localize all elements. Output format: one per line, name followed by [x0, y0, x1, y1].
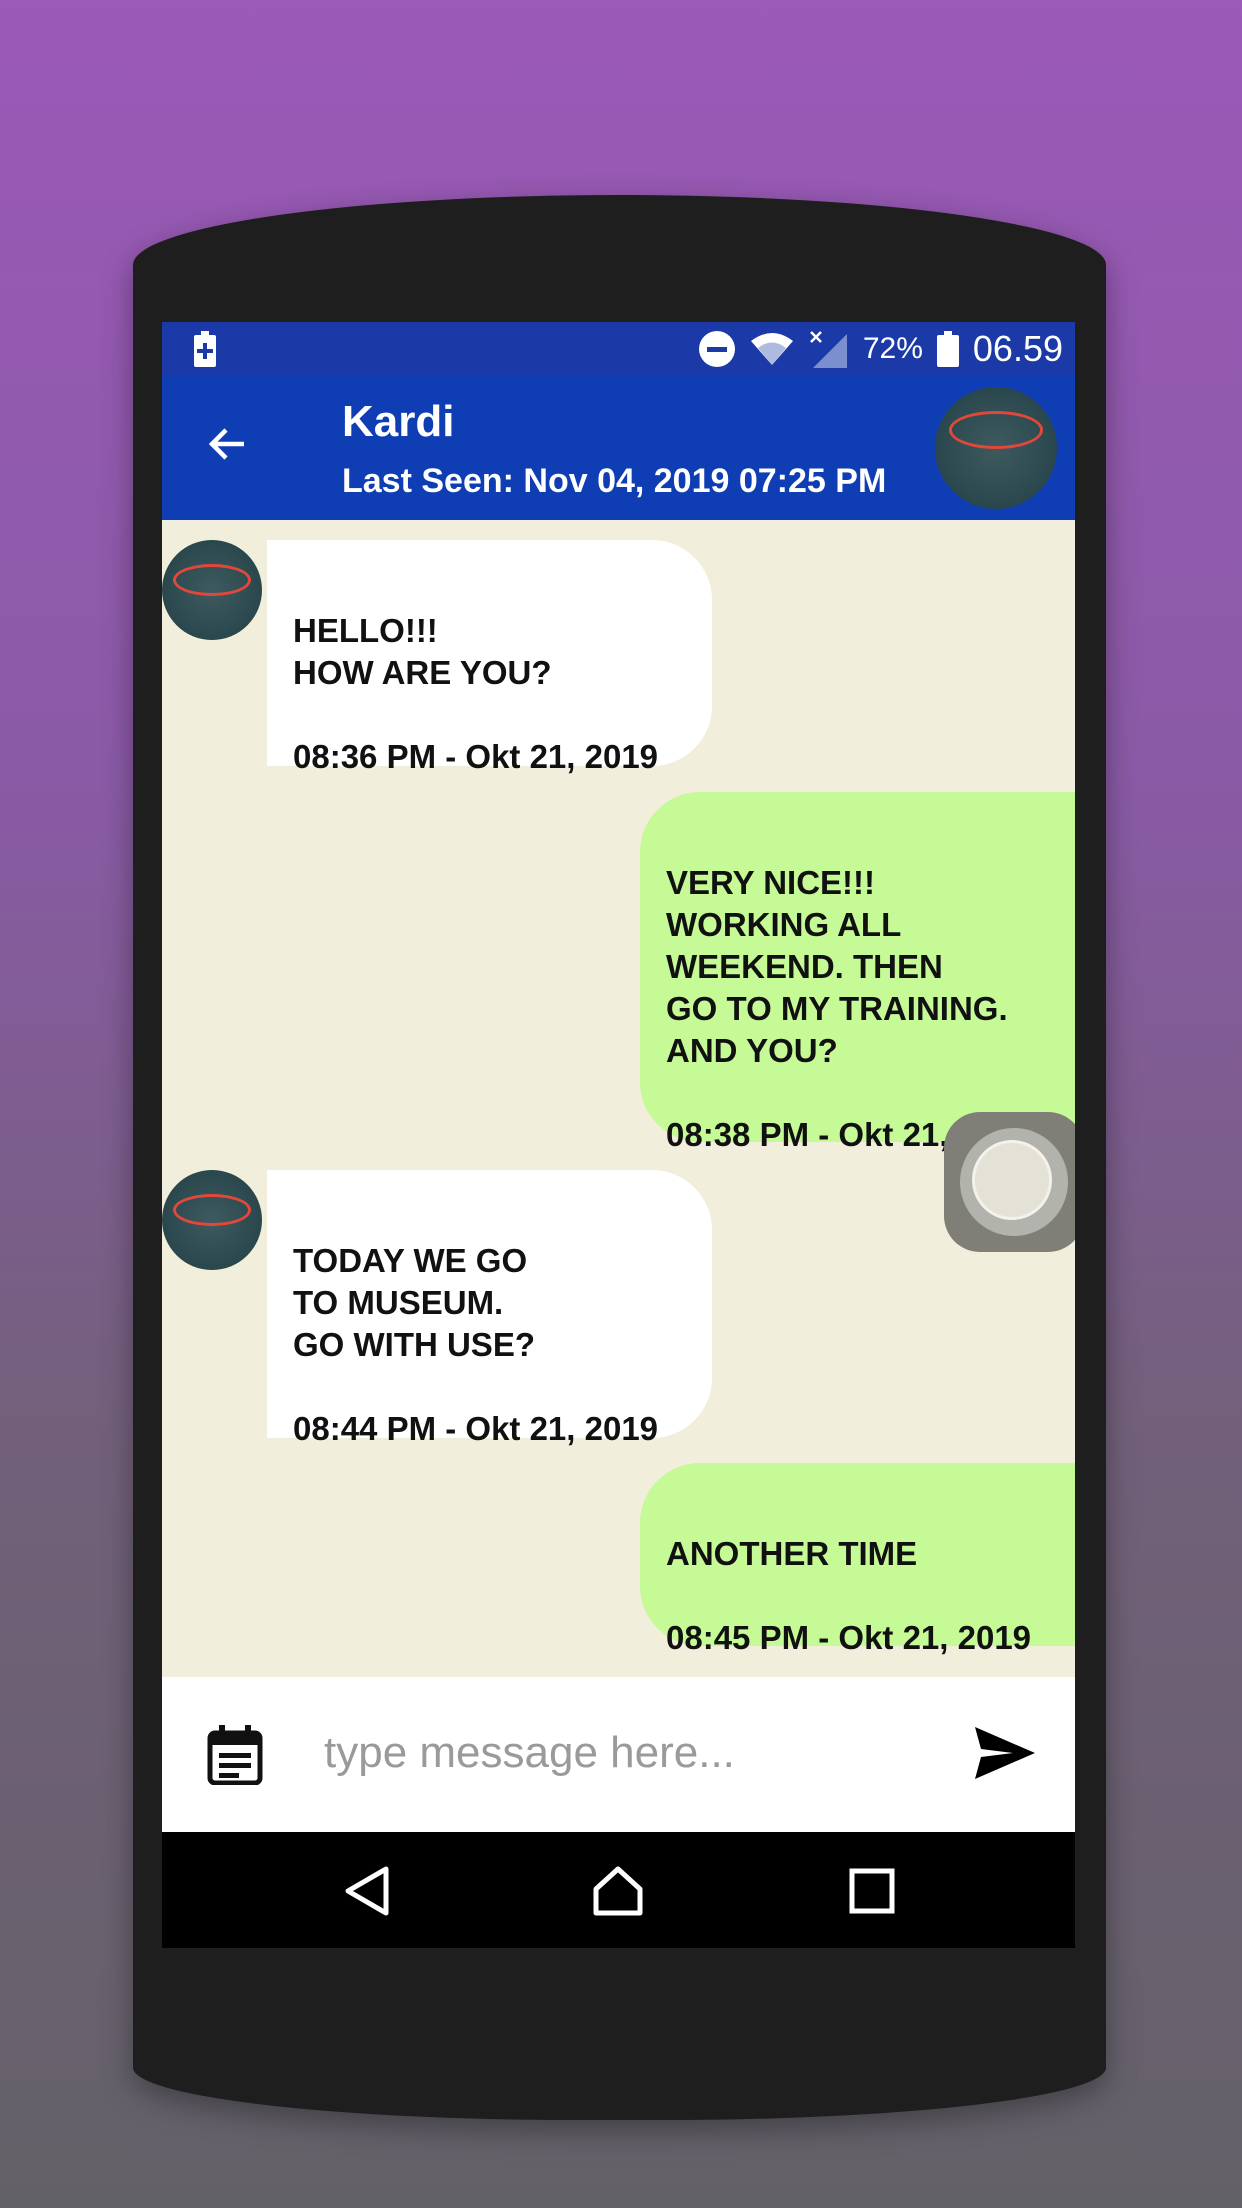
sender-avatar — [162, 540, 262, 640]
floating-assistive-button[interactable] — [944, 1112, 1075, 1252]
send-icon[interactable] — [975, 1727, 1035, 1779]
calendar-icon[interactable] — [207, 1725, 263, 1785]
status-bar: 72% 06.59 — [162, 322, 1075, 375]
status-icons: 72% 06.59 — [698, 322, 1063, 375]
wifi-icon — [750, 332, 793, 365]
message-composer — [162, 1677, 1075, 1832]
message-text: ANOTHER TIME — [666, 1535, 918, 1572]
nav-recents-icon[interactable] — [846, 1865, 898, 1917]
battery-percentage: 72% — [862, 331, 923, 365]
battery-charging-icon — [194, 331, 216, 367]
avatar-ring — [949, 411, 1043, 449]
message-text: HELLO!!! HOW ARE YOU? — [293, 612, 552, 691]
message-bubble-outgoing[interactable]: ANOTHER TIME 08:45 PM - Okt 21, 2019 — [640, 1463, 1075, 1656]
nav-back-icon[interactable] — [342, 1865, 394, 1917]
contact-name: Kardi — [342, 397, 455, 446]
phone-screen: 72% 06.59 Kardi Last Seen: Nov 04, 2019 … — [162, 322, 1075, 1948]
avatar-image-text — [935, 393, 1057, 407]
message-text: TODAY WE GO TO MUSEUM. GO WITH USE? — [293, 1242, 535, 1363]
message-time: 08:44 PM - Okt 21, 2019 — [293, 1410, 659, 1447]
nav-home-icon[interactable] — [592, 1865, 644, 1917]
chat-header: Kardi Last Seen: Nov 04, 2019 07:25 PM — [162, 375, 1075, 520]
message-time: 08:36 PM - Okt 21, 2019 — [293, 738, 659, 775]
signal-icon — [809, 330, 847, 368]
do-not-disturb-icon — [698, 330, 735, 367]
message-input[interactable] — [322, 1717, 916, 1789]
last-seen: Last Seen: Nov 04, 2019 07:25 PM — [342, 462, 887, 500]
message-bubble-incoming[interactable]: TODAY WE GO TO MUSEUM. GO WITH USE? 08:4… — [267, 1170, 712, 1447]
contact-avatar[interactable] — [935, 387, 1057, 509]
message-bubble-outgoing[interactable]: VERY NICE!!! WORKING ALL WEEKEND. THEN G… — [640, 792, 1075, 1153]
message-bubble-incoming[interactable]: HELLO!!! HOW ARE YOU? 08:36 PM - Okt 21,… — [267, 540, 712, 775]
battery-icon — [936, 330, 959, 367]
back-arrow-icon[interactable] — [204, 420, 252, 468]
message-time: 08:45 PM - Okt 21, 2019 — [666, 1619, 1032, 1656]
status-time: 06.59 — [972, 327, 1063, 369]
sender-avatar — [162, 1170, 262, 1270]
system-navigation-bar — [162, 1832, 1075, 1948]
message-text: VERY NICE!!! WORKING ALL WEEKEND. THEN G… — [666, 864, 1008, 1069]
